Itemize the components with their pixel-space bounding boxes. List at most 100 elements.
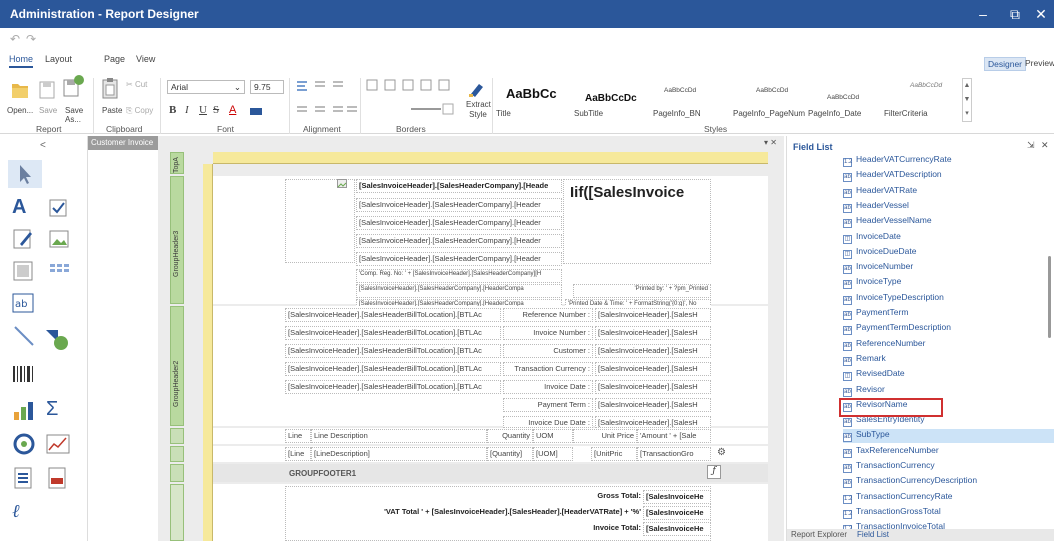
back-color-icon[interactable]: [250, 108, 262, 115]
style-subtitle-preview[interactable]: AaBbCcDc: [585, 93, 637, 104]
detail-description[interactable]: [LineDescription]: [311, 447, 487, 461]
field-list-item[interactable]: ab Remark: [843, 353, 886, 367]
summary-tool-icon[interactable]: Σ: [46, 398, 58, 421]
bill-to-field-2[interactable]: [SalesInvoiceHeader].[SalesHeaderBillToL…: [285, 326, 501, 340]
underline-button[interactable]: U: [199, 104, 207, 116]
tab-field-list[interactable]: Field List: [857, 530, 889, 539]
detail-line[interactable]: [Line: [285, 447, 311, 461]
close-button[interactable]: ✕: [1026, 2, 1054, 26]
field-list-item[interactable]: ◫ InvoiceDueDate: [843, 246, 916, 260]
barcode-tool-icon[interactable]: [12, 364, 36, 384]
style-title-name[interactable]: Title: [496, 109, 511, 118]
minimize-button[interactable]: –: [968, 2, 998, 26]
band-detail[interactable]: [170, 446, 184, 462]
textbox-tool-icon[interactable]: ab: [12, 292, 34, 314]
extract-style-icon[interactable]: [467, 78, 487, 98]
panel-tool-icon[interactable]: [12, 260, 34, 282]
invoice-title-field[interactable]: Iif([SalesInvoice: [563, 179, 711, 264]
field-list-item[interactable]: ab PaymentTerm: [843, 307, 908, 321]
band-reportfooter[interactable]: [170, 484, 184, 541]
field-list-item[interactable]: ab TransactionCurrency: [843, 460, 935, 474]
field-list-item[interactable]: ab InvoiceNumber: [843, 261, 913, 275]
company-field-3[interactable]: [SalesInvoiceHeader].[SalesHeaderCompany…: [356, 216, 562, 230]
pointer-tool[interactable]: [8, 160, 42, 188]
invoice-due-date-value[interactable]: [SalesInvoiceHeader].[SalesH: [595, 416, 711, 428]
field-list-scrollbar[interactable]: [1048, 256, 1051, 338]
extract-style-label[interactable]: Extract Style: [466, 100, 491, 120]
redo-icon[interactable]: ↷: [26, 32, 36, 46]
sparkline-tool-icon[interactable]: [46, 432, 70, 456]
detail-quantity[interactable]: [Quantity]: [487, 447, 533, 461]
company-field-2[interactable]: [SalesInvoiceHeader].[SalesHeaderCompany…: [356, 198, 562, 212]
invoice-number-value[interactable]: [SalesInvoiceHeader].[SalesH: [595, 326, 711, 340]
strikethrough-button[interactable]: S: [213, 104, 219, 116]
styles-gallery-scroll[interactable]: ▲ ▼ ▾: [962, 78, 972, 122]
company-field-1[interactable]: [SalesInvoiceHeader].[SalesHeaderCompany…: [356, 179, 562, 193]
field-list-item[interactable]: ◫ RevisedDate: [843, 368, 905, 382]
gauge-tool-icon[interactable]: [12, 432, 36, 456]
reference-number-value[interactable]: [SalesInvoiceHeader].[SalesH: [595, 308, 711, 322]
field-list-item[interactable]: 1.2 TransactionCurrencyRate: [843, 491, 953, 505]
logo-placeholder[interactable]: [285, 179, 355, 263]
field-list-item[interactable]: ab InvoiceTypeDescription: [843, 292, 944, 306]
save-label[interactable]: Save: [39, 106, 57, 115]
alignment-icons[interactable]: [295, 78, 357, 122]
field-list-item[interactable]: 1.2 TransactionGrossTotal: [843, 506, 941, 520]
label-tool-icon[interactable]: A: [12, 196, 26, 219]
band-groupheader1[interactable]: [170, 428, 184, 444]
style-pageinfo-date-preview[interactable]: AaBbCcDd: [827, 94, 859, 101]
style-pageinfo-pagenum-name[interactable]: PageInfo_PageNum: [733, 109, 805, 118]
company-small-field-2[interactable]: [SalesInvoiceHeader].[SalesHeaderCompany…: [356, 284, 562, 298]
style-pageinfo-pagenum-preview[interactable]: AaBbCcDd: [756, 87, 788, 94]
document-tab[interactable]: Customer Invoice: [88, 136, 158, 150]
style-filtercriteria-name[interactable]: FilterCriteria: [884, 109, 928, 118]
expression-function-icon[interactable]: ƒ: [707, 465, 721, 479]
bill-to-field-1[interactable]: [SalesInvoiceHeader].[SalesHeaderBillToL…: [285, 308, 501, 322]
transaction-currency-value[interactable]: [SalesInvoiceHeader].[SalesH: [595, 362, 711, 376]
close-icon[interactable]: ✕: [1041, 140, 1049, 151]
field-list-item[interactable]: ab SubType: [843, 429, 1054, 444]
field-list-item[interactable]: ◫ InvoiceDate: [843, 231, 901, 245]
preview-mode-button[interactable]: Preview: [1022, 57, 1054, 71]
page-info-tool-icon[interactable]: [12, 466, 34, 490]
font-family-select[interactable]: Arial ⌄: [167, 80, 245, 94]
table-tool-icon[interactable]: [48, 260, 70, 282]
save-as-label[interactable]: Save As...: [65, 106, 85, 124]
designer-mode-button[interactable]: Designer: [984, 57, 1027, 71]
style-pageinfo-date-name[interactable]: PageInfo_Date: [808, 109, 861, 118]
bill-to-field-3[interactable]: [SalesInvoiceHeader].[SalesHeaderBillToL…: [285, 344, 501, 358]
invoice-date-value[interactable]: [SalesInvoiceHeader].[SalesH: [595, 380, 711, 394]
italic-button[interactable]: I: [185, 104, 189, 116]
tab-view[interactable]: View: [136, 54, 155, 64]
copy-button[interactable]: ⎘ Copy: [126, 106, 153, 116]
canvas-pin-close[interactable]: ▾ ✕: [764, 138, 777, 147]
field-list-item[interactable]: ab InvoiceType: [843, 276, 901, 290]
font-size-select[interactable]: 9.75: [250, 80, 284, 94]
detail-uom[interactable]: [UOM]: [533, 447, 573, 461]
comp-reg-field[interactable]: 'Comp. Reg. No: ' + [SalesInvoiceHeader]…: [356, 269, 562, 283]
payment-term-value[interactable]: [SalesInvoiceHeader].[SalesH: [595, 398, 711, 412]
band-groupfooter[interactable]: [170, 464, 184, 482]
shape-tool-icon[interactable]: [44, 326, 70, 352]
paste-label[interactable]: Paste: [102, 106, 122, 115]
company-field-5[interactable]: [SalesInvoiceHeader].[SalesHeaderCompany…: [356, 252, 562, 266]
field-list-item[interactable]: ab HeaderVATDescription: [843, 169, 942, 183]
field-list-item[interactable]: ab HeaderVesselName: [843, 215, 932, 229]
bill-to-field-5[interactable]: [SalesInvoiceHeader].[SalesHeaderBillToL…: [285, 380, 501, 394]
tab-report-explorer[interactable]: Report Explorer: [791, 530, 847, 539]
open-label[interactable]: Open...: [7, 106, 33, 115]
customer-value[interactable]: [SalesInvoiceHeader].[SalesH: [595, 344, 711, 358]
field-list-item[interactable]: ab PaymentTermDescription: [843, 322, 951, 336]
open-icon[interactable]: [10, 78, 30, 100]
richtext-tool-icon[interactable]: [12, 228, 34, 250]
style-pageinfo-bn-preview[interactable]: AaBbCcDd: [664, 87, 696, 94]
invoice-total-value[interactable]: [SalesInvoiceHe: [643, 522, 711, 536]
cut-button[interactable]: ✂ Cut: [126, 80, 147, 89]
tab-home[interactable]: Home: [9, 54, 34, 68]
detail-unit-price[interactable]: [UnitPric: [591, 447, 637, 461]
style-filtercriteria-preview[interactable]: AaBbCcDd: [910, 82, 942, 89]
gross-total-value[interactable]: [SalesInvoiceHe: [643, 490, 711, 504]
signature-tool-icon[interactable]: ℓ: [12, 501, 20, 522]
band-groupheader2[interactable]: GroupHeader2: [170, 306, 184, 426]
style-subtitle-name[interactable]: SubTitle: [574, 109, 603, 118]
